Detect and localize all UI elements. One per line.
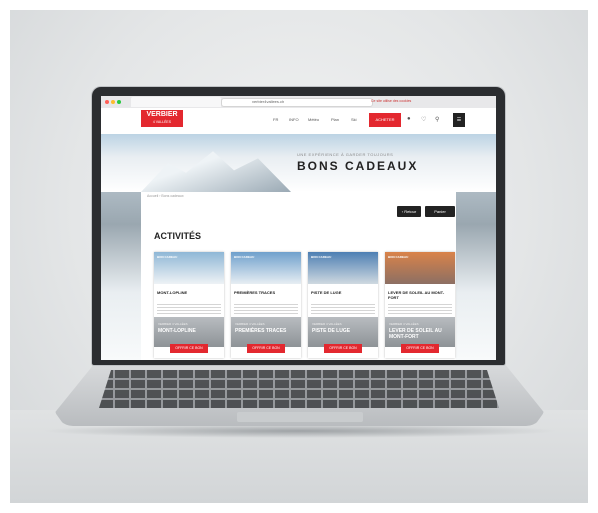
nav-item-info[interactable]: INFO [289, 117, 299, 122]
minimize-window-icon[interactable] [111, 100, 115, 104]
gift-card[interactable]: BON CADEAU PISTE DE LUGE VERBIER 4 VALLÉ… [308, 252, 378, 358]
laptop-screen: verbier4vallees.ch Ce site utilise des c… [101, 96, 496, 360]
user-icon[interactable]: ● [407, 116, 411, 122]
card-footer-subtitle: VERBIER 4 VALLÉES [312, 322, 342, 326]
card-footer-subtitle: VERBIER 4 VALLÉES [235, 322, 265, 326]
hero-mountain-image [141, 151, 291, 192]
laptop-keyboard [99, 370, 499, 408]
close-window-icon[interactable] [105, 100, 109, 104]
card-name: PISTE DE LUGE [311, 290, 342, 295]
cookie-notice: Ce site utilise des cookies [371, 99, 412, 103]
nav-item-map[interactable]: Plan [331, 117, 339, 122]
hero-subtitle: UNE EXPÉRIENCE À GARDER TOUJOURS [297, 152, 394, 157]
card-footer-image: VERBIER 4 VALLÉES PISTE DE LUGE [308, 317, 378, 347]
section-title: ACTIVITÉS [154, 231, 202, 241]
laptop-shadow [40, 424, 560, 438]
card-tag: BON CADEAU [234, 255, 255, 259]
card-footer-image: VERBIER 4 VALLÉES PREMIÈRES TRACES [231, 317, 301, 347]
card-footer-title: PISTE DE LUGE [312, 328, 351, 334]
card-name: LEVER DE SOLEIL AU MONT-FORT [388, 290, 445, 300]
card-name: MONT-LOPLINE [157, 290, 188, 295]
offer-voucher-button[interactable]: OFFRIR CE BON [401, 344, 439, 353]
card-footer-subtitle: VERBIER 4 VALLÉES [158, 322, 188, 326]
card-tag: BON CADEAU [311, 255, 332, 259]
offer-voucher-button[interactable]: OFFRIR CE BON [247, 344, 285, 353]
gift-card[interactable]: BON CADEAU PREMIÈRES TRACES VERBIER 4 VA… [231, 252, 301, 358]
nav-item-weather[interactable]: Météo [308, 117, 319, 122]
breadcrumb[interactable]: Accueil › Bons cadeaux [147, 194, 184, 198]
offer-voucher-button[interactable]: OFFRIR CE BON [170, 344, 208, 353]
maximize-window-icon[interactable] [117, 100, 121, 104]
address-bar[interactable]: verbier4vallees.ch [221, 98, 373, 107]
card-name: PREMIÈRES TRACES [234, 290, 276, 295]
offer-voucher-button[interactable]: OFFRIR CE BON [324, 344, 362, 353]
site-logo[interactable]: VERBIER 4 VALLÉES [141, 110, 183, 127]
heart-icon[interactable]: ♡ [421, 116, 426, 123]
scene: verbier4vallees.ch Ce site utilise des c… [0, 0, 598, 513]
logo-main-text: VERBIER [146, 111, 178, 118]
back-button[interactable]: ‹ Retour [397, 206, 421, 217]
card-footer-title: MONT-LOPLINE [158, 328, 196, 334]
browser-tab[interactable] [131, 97, 221, 107]
gift-card[interactable]: BON CADEAU LEVER DE SOLEIL AU MONT-FORT … [385, 252, 455, 358]
address-bar-url: verbier4vallees.ch [252, 99, 285, 104]
card-description [388, 304, 452, 314]
logo-sub-text: 4 VALLÉES [152, 120, 172, 124]
card-description [311, 304, 375, 314]
nav-item-language[interactable]: FR [273, 117, 278, 122]
card-tag: BON CADEAU [388, 255, 409, 259]
card-tag: BON CADEAU [157, 255, 178, 259]
hero-banner: UNE EXPÉRIENCE À GARDER TOUJOURS BONS CA… [101, 134, 496, 192]
menu-icon[interactable]: ☰ [453, 113, 465, 127]
cart-button[interactable]: Panier [425, 206, 455, 217]
search-icon[interactable]: ⚲ [435, 116, 439, 123]
card-footer-image: VERBIER 4 VALLÉES MONT-LOPLINE [154, 317, 224, 347]
nav-item-ski[interactable]: Ski [351, 117, 357, 122]
card-footer-subtitle: VERBIER 4 VALLÉES [389, 322, 419, 326]
page-title: BONS CADEAUX [297, 159, 419, 173]
gift-card[interactable]: BON CADEAU MONT-LOPLINE VERBIER 4 VALLÉE… [154, 252, 224, 358]
card-footer-image: VERBIER 4 VALLÉES LEVER DE SOLEIL AU MON… [385, 317, 455, 347]
card-footer-title: PREMIÈRES TRACES [235, 328, 287, 334]
laptop-trackpad [237, 412, 363, 422]
card-description [234, 304, 298, 314]
card-description [157, 304, 221, 314]
card-footer-title: LEVER DE SOLEIL AU MONT-FORT [389, 328, 442, 340]
buy-button[interactable]: ACHETER [369, 113, 401, 127]
